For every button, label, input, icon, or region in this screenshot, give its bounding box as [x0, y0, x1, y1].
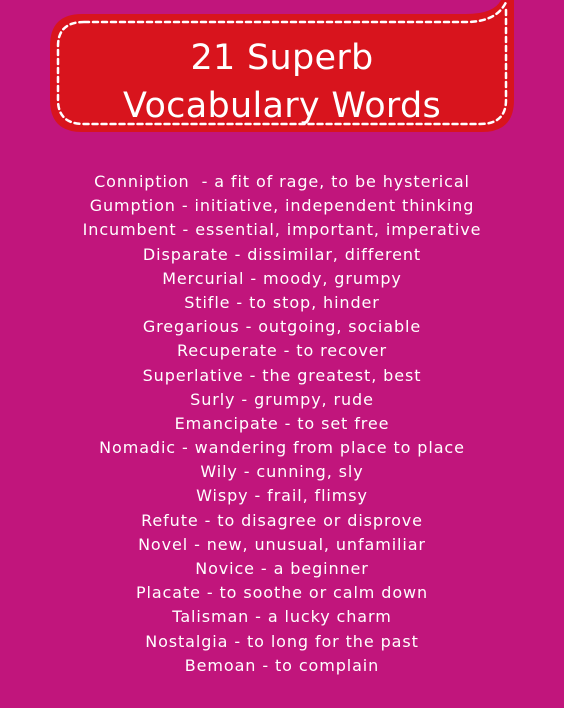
title-line-2: Vocabulary Words: [122, 86, 442, 126]
vocabulary-item: Incumbent - essential, important, impera…: [82, 220, 482, 240]
vocabulary-item: Novice - a beginner: [195, 559, 369, 578]
vocabulary-item: Superlative - the greatest, best: [142, 365, 422, 385]
vocabulary-item: Novel - new, unusual, unfamiliar: [138, 534, 426, 554]
vocabulary-item: Surly - grumpy, rude: [190, 389, 374, 409]
vocabulary-item: Mercurial - moody, grumpy: [162, 268, 402, 288]
vocabulary-item: Gumption - initiative, independent think…: [89, 196, 475, 216]
vocabulary-item: Wispy - frail, flimsy: [196, 486, 368, 506]
vocabulary-item: Placate - to soothe or calm down: [135, 583, 429, 603]
vocabulary-item: Stifle - to stop, hinder: [184, 292, 380, 312]
vocabulary-item: Talisman - a lucky charm: [172, 607, 392, 627]
vocabulary-item: Recuperate - to recover: [176, 341, 388, 361]
vocabulary-item: Bemoan - to complain: [184, 655, 380, 675]
vocabulary-item: Conniption - a fit of rage, to be hyster…: [94, 172, 470, 191]
title-banner: 21 Superb Vocabulary Words: [0, 0, 564, 140]
vocabulary-item: Gregarious - outgoing, sociable: [142, 317, 422, 337]
title-line-1: 21 Superb: [190, 38, 374, 78]
vocabulary-item: Emancipate - to set free: [174, 413, 390, 433]
page-title: 21 Superb Vocabulary Words: [52, 34, 512, 130]
vocabulary-item: Nostalgia - to long for the past: [145, 631, 419, 651]
vocabulary-item: Nomadic - wandering from place to place: [99, 438, 465, 458]
vocabulary-list: Conniption - a fit of rage, to be hyster…: [0, 170, 564, 678]
vocabulary-item: Refute - to disagree or disprove: [141, 510, 423, 530]
vocabulary-item: Wily - cunning, sly: [200, 462, 364, 482]
vocabulary-item: Disparate - dissimilar, different: [142, 244, 422, 264]
